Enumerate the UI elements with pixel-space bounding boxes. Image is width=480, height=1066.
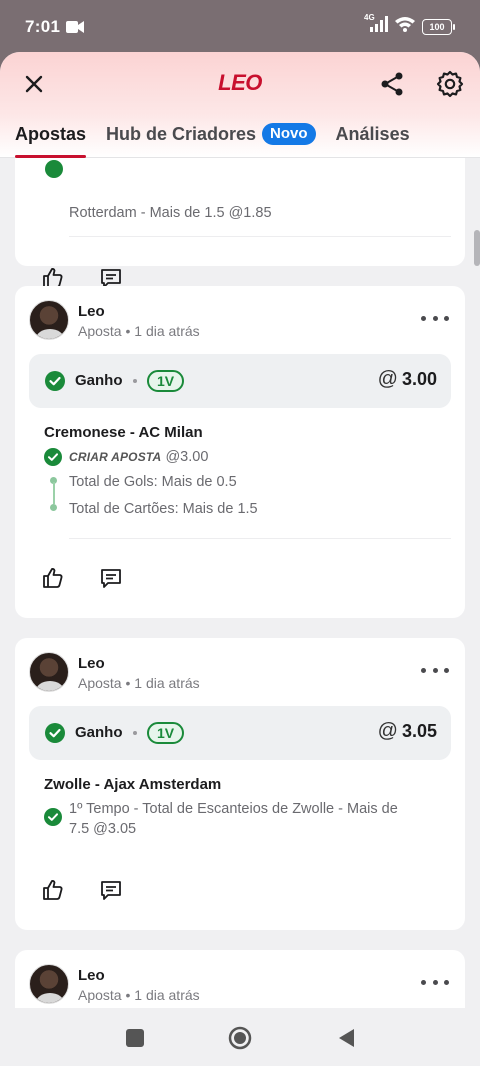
bet-status-bar: Ganho 1V @3.00 [29, 354, 451, 408]
scrollbar[interactable] [474, 230, 480, 266]
leg-connector [53, 482, 55, 504]
share-icon [381, 72, 403, 96]
post-author[interactable]: Leo Aposta • 1 dia atrás [29, 652, 200, 692]
bet-status-bar: Ganho 1V @3.05 [29, 706, 451, 760]
network-type: 4G [364, 13, 375, 22]
post-actions [41, 878, 123, 902]
check-circle-icon [44, 448, 62, 471]
settings-button[interactable] [432, 66, 468, 102]
tab-apostas[interactable]: Apostas [15, 122, 87, 158]
result-badge: 1V [147, 370, 185, 392]
more-options-button[interactable] [421, 312, 449, 324]
divider [69, 236, 451, 237]
separator-dot [133, 731, 137, 735]
avatar[interactable] [29, 300, 69, 340]
bet-line: 1º Tempo - Total de Escanteios de Zwolle… [69, 801, 398, 817]
comment-icon [101, 881, 121, 900]
bet-card[interactable]: Leo Aposta • 1 dia atrás Ganho 1V @3.00 … [15, 286, 465, 618]
odds-symbol: @ [377, 720, 398, 742]
post-author[interactable]: Leo Aposta • 1 dia atrás [29, 300, 200, 340]
square-icon [126, 1029, 144, 1047]
check-circle-icon [45, 723, 65, 748]
leg-dot [50, 504, 57, 511]
gear-icon [436, 70, 464, 98]
tab-bar: Apostas Hub de Criadores Novo Análises [15, 122, 410, 158]
thumbs-up-icon [43, 880, 63, 900]
check-circle-icon [44, 808, 62, 831]
criar-aposta-label: CRIAR APOSTA [69, 450, 162, 464]
odds-value: 3.00 [401, 369, 437, 389]
more-options-button[interactable] [421, 664, 449, 676]
new-badge: Novo [262, 123, 316, 145]
odds-symbol: @ [377, 368, 398, 390]
thumbs-up-icon [43, 568, 63, 588]
recents-button[interactable] [123, 1026, 147, 1050]
tab-apostas-label: Apostas [15, 124, 87, 144]
header: LEO Apostas Hub de Criadores Novo Análise… [0, 52, 480, 158]
back-triangle-icon [339, 1029, 354, 1047]
battery-icon: 100 [422, 18, 455, 35]
check-icon [45, 160, 63, 183]
video-camera-icon [66, 20, 84, 38]
tab-hub-label: Hub de Criadores [106, 124, 257, 144]
bet-line: Rotterdam - Mais de 1.5 @1.85 [69, 205, 272, 221]
bottom-sheet: LEO Apostas Hub de Criadores Novo Análise… [0, 52, 480, 1008]
signal-icon: 4G [364, 13, 388, 37]
bet-card[interactable]: Leo Aposta • 1 dia atrás [15, 950, 465, 1008]
match-title: Zwolle - Ajax Amsterdam [44, 776, 222, 793]
system-nav-bar [0, 1008, 480, 1066]
status-label: Ganho [75, 724, 123, 741]
post-meta: Aposta • 1 dia atrás [78, 323, 200, 339]
separator-dot [133, 379, 137, 383]
divider [69, 538, 451, 539]
post-meta: Aposta • 1 dia atrás [78, 987, 200, 1003]
like-button[interactable] [41, 566, 65, 590]
bet-leg: Total de Gols: Mais de 0.5 [69, 474, 237, 490]
post-author[interactable]: Leo Aposta • 1 dia atrás [29, 964, 200, 1004]
home-circle-icon [228, 1026, 252, 1050]
clock: 7:01 [25, 17, 61, 36]
total-odds: @3.00 [378, 368, 437, 391]
bet-builder-odds: @3.00 [165, 449, 209, 465]
bet-line-cont: 7.5 @3.05 [69, 821, 137, 837]
wifi-icon [394, 16, 416, 37]
post-meta: Aposta • 1 dia atrás [78, 675, 200, 691]
home-button[interactable] [228, 1026, 252, 1050]
result-badge: 1V [147, 722, 185, 744]
tab-hub-de-criadores[interactable]: Hub de Criadores Novo [106, 122, 316, 154]
tab-analises-label: Análises [335, 124, 410, 144]
comment-button[interactable] [99, 878, 123, 902]
battery-level: 100 [429, 21, 445, 32]
status-label: Ganho [75, 372, 123, 389]
status-bar: 7:01 4G 100 [0, 0, 480, 52]
more-options-button[interactable] [421, 976, 449, 988]
post-actions [41, 566, 123, 590]
bet-builder-line: CRIAR APOSTA @3.00 [69, 447, 208, 467]
author-name: Leo [78, 303, 105, 320]
avatar[interactable] [29, 652, 69, 692]
comment-icon [101, 569, 121, 588]
bet-card[interactable]: Leo Aposta • 1 dia atrás Ganho 1V @3.05 … [15, 638, 465, 930]
tab-analises[interactable]: Análises [336, 122, 410, 154]
like-button[interactable] [41, 878, 65, 902]
avatar[interactable] [29, 964, 69, 1004]
match-title: Cremonese - AC Milan [44, 424, 203, 441]
author-name: Leo [78, 655, 105, 672]
back-button[interactable] [334, 1026, 358, 1050]
odds-value: 3.05 [401, 721, 437, 741]
total-odds: @3.05 [378, 720, 437, 743]
bet-leg: Total de Cartões: Mais de 1.5 [69, 501, 258, 517]
comment-button[interactable] [99, 566, 123, 590]
check-circle-icon [45, 371, 65, 396]
share-button[interactable] [374, 66, 410, 102]
author-name: Leo [78, 967, 105, 984]
